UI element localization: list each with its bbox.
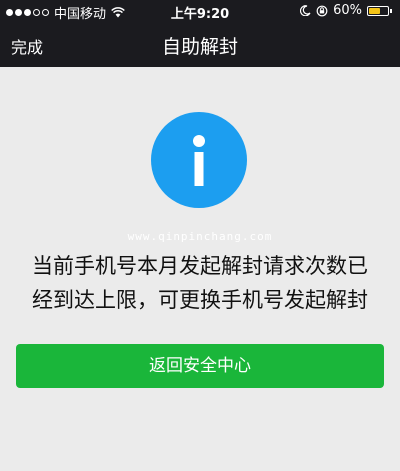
- navigation-bar: 完成 自助解封: [0, 22, 400, 67]
- return-security-center-button[interactable]: 返回安全中心: [16, 344, 384, 388]
- info-icon: [151, 112, 247, 208]
- rotation-lock-icon: [316, 5, 328, 16]
- battery-fill: [369, 7, 380, 14]
- battery-percent: 60%: [333, 3, 362, 18]
- moon-icon: [300, 5, 311, 16]
- battery-tip: [390, 8, 392, 13]
- status-bar: 中国移动 上午9:20 60%: [0, 0, 400, 22]
- page-title: 自助解封: [161, 36, 238, 58]
- battery-icon: [367, 5, 389, 16]
- watermark-text: www.qinpinchang.com: [127, 230, 273, 243]
- limit-message-line-1: 当前手机号本月发起解封请求次数已: [32, 254, 368, 278]
- limit-message: 当前手机号本月发起解封请求次数已 经到达上限，可更换手机号发起解封: [10, 249, 390, 317]
- limit-message-line-2: 经到达上限，可更换手机号发起解封: [32, 288, 368, 312]
- status-right: 60%: [300, 3, 392, 18]
